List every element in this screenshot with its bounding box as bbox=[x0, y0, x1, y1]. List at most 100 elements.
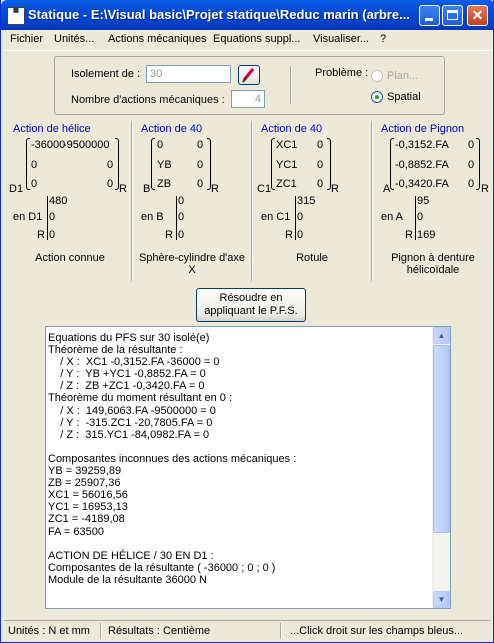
torseur-cell[interactable]: 0 bbox=[197, 156, 203, 175]
panel-divider bbox=[290, 66, 292, 104]
results-textarea[interactable]: Equations du PFS sur 30 isolé(e) Théorème… bbox=[45, 326, 451, 609]
menu-actions-mecaniques[interactable]: Actions mécaniques bbox=[108, 33, 206, 45]
position-z[interactable]: 0 bbox=[297, 226, 303, 245]
menu-fichier[interactable]: Fichier bbox=[10, 33, 43, 45]
results-line: / Y : -315.ZC1 -20,7805.FA = 0 bbox=[48, 416, 213, 429]
torseur-left-brace bbox=[390, 138, 394, 190]
torseur-cell[interactable]: YC1 bbox=[276, 156, 297, 175]
torseur-r-label: R bbox=[481, 183, 489, 195]
torseur-cell[interactable]: YB bbox=[157, 156, 172, 175]
close-button[interactable]: ✕ bbox=[467, 5, 488, 26]
action-title-2[interactable]: Action de 40 bbox=[141, 123, 202, 135]
title-bar[interactable]: ▦ Statique - E:\Visual basic\Projet stat… bbox=[1, 0, 494, 30]
torseur-cell[interactable]: ZB bbox=[157, 175, 171, 194]
probleme-label: Problème : bbox=[315, 67, 369, 79]
torseur-r-label: R bbox=[119, 183, 127, 195]
close-icon: ✕ bbox=[471, 7, 484, 23]
position-en-label: en D1 bbox=[13, 211, 43, 223]
results-line: / Y : YB +YC1 -0,8852.FA = 0 bbox=[48, 368, 206, 381]
results-line: Module de la résultante 36000 N bbox=[48, 573, 207, 586]
results-line: Equations du PFS sur 30 isolé(e) bbox=[48, 332, 210, 344]
position-y[interactable]: 0 bbox=[417, 208, 423, 227]
nombre-actions-label: Nombre d'actions mécaniques : bbox=[71, 94, 225, 106]
torseur-cell[interactable]: -9500000 bbox=[63, 136, 110, 155]
torseur-cell[interactable]: ZC1 bbox=[276, 175, 297, 194]
torseur-cell[interactable]: XC1 bbox=[276, 136, 297, 155]
column-divider bbox=[251, 121, 253, 281]
torseur-cell[interactable]: 0 bbox=[317, 136, 323, 155]
scroll-thumb[interactable] bbox=[433, 345, 450, 533]
pencil-icon bbox=[242, 68, 255, 83]
scroll-up-button[interactable]: ▲ bbox=[433, 327, 450, 344]
window-title: Statique - E:\Visual basic\Projet statiq… bbox=[28, 7, 410, 22]
menu-visualiser[interactable]: Visualiser... bbox=[313, 33, 369, 45]
torseur-point: A bbox=[383, 183, 391, 195]
liaison-caption: Pignon à denture hélicoïdale bbox=[391, 252, 475, 276]
position-en-label: en A bbox=[381, 211, 404, 223]
action-title-3[interactable]: Action de 40 bbox=[261, 123, 322, 135]
plan-radio-label[interactable]: Plan... bbox=[387, 70, 418, 82]
results-line bbox=[48, 538, 418, 550]
menu-unites[interactable]: Unités... bbox=[54, 33, 94, 45]
menu-help[interactable]: ? bbox=[380, 33, 386, 45]
position-z[interactable]: 0 bbox=[178, 226, 184, 245]
results-line: Composantes de la résultante ( -36000 ; … bbox=[48, 561, 276, 574]
liaison-caption: Rotule bbox=[296, 252, 328, 264]
results-line: ACTION DE HÉLICE / 30 EN D1 : bbox=[48, 549, 214, 562]
torseur-cell[interactable]: 0 bbox=[317, 175, 323, 194]
torseur-cell[interactable]: 0 bbox=[31, 175, 37, 194]
results-scrollbar[interactable]: ▲ ▼ bbox=[432, 327, 450, 608]
status-bar: Unités : N et mm Résultats : Centième ..… bbox=[4, 620, 490, 641]
position-y[interactable]: 0 bbox=[178, 208, 184, 227]
maximize-button[interactable] bbox=[442, 5, 463, 26]
torseur-point: D1 bbox=[9, 183, 24, 195]
torseur-cell[interactable]: 0 bbox=[468, 175, 474, 194]
position-en-label: en C1 bbox=[261, 211, 291, 223]
position-bar bbox=[47, 196, 48, 240]
radio-selected-dot bbox=[375, 95, 379, 99]
position-y[interactable]: 0 bbox=[297, 208, 303, 227]
position-z[interactable]: 169 bbox=[417, 226, 435, 245]
menu-equations-suppl[interactable]: Equations suppl... bbox=[213, 33, 300, 45]
nombre-actions-input[interactable]: 4 bbox=[231, 90, 265, 108]
position-bar bbox=[415, 196, 416, 240]
isolement-input[interactable]: 30 bbox=[146, 65, 231, 83]
results-text: Equations du PFS sur 30 isolé(e) Théorème… bbox=[48, 332, 418, 586]
scroll-down-button[interactable]: ▼ bbox=[433, 591, 450, 608]
action-title-1[interactable]: Action de hélice bbox=[13, 123, 91, 135]
action-title-4[interactable]: Action de Pignon bbox=[381, 123, 464, 135]
results-line: / Z : ZB +ZC1 -0,3420.FA = 0 bbox=[48, 380, 205, 393]
torseur-left-brace bbox=[26, 138, 30, 190]
liaison-caption: Sphère-cylindre d'axe X bbox=[138, 252, 246, 276]
column-divider bbox=[371, 121, 373, 281]
torseur-r-label: R bbox=[331, 183, 339, 195]
torseur-cell[interactable]: 0 bbox=[157, 136, 163, 155]
torseur-cell[interactable]: 0 bbox=[468, 136, 474, 155]
status-units: Unités : N et mm bbox=[8, 625, 90, 637]
results-line: XC1 = 56016,56 bbox=[48, 489, 128, 502]
edit-isolement-button[interactable] bbox=[238, 65, 260, 85]
results-line: / X : 149,6063.FA -9500000 = 0 bbox=[48, 404, 216, 417]
position-z[interactable]: 0 bbox=[49, 226, 55, 245]
position-y[interactable]: 0 bbox=[49, 208, 55, 227]
torseur-cell[interactable]: 0 bbox=[317, 156, 323, 175]
torseur-cell[interactable]: 0 bbox=[197, 175, 203, 194]
torseur-r-label: R bbox=[211, 183, 219, 195]
spatial-radio-label[interactable]: Spatial bbox=[387, 91, 421, 103]
plan-radio[interactable] bbox=[371, 70, 383, 82]
torseur-cell[interactable]: 0 bbox=[107, 156, 113, 175]
minimize-button[interactable] bbox=[419, 5, 440, 26]
torseur-cell[interactable]: -0,3152.FA bbox=[395, 136, 449, 155]
spatial-radio[interactable] bbox=[371, 91, 383, 103]
torseur-cell[interactable]: 0 bbox=[468, 156, 474, 175]
position-r-label: R bbox=[285, 229, 293, 241]
torseur-cell[interactable]: 0 bbox=[107, 175, 113, 194]
torseur-cell[interactable]: -36000 bbox=[31, 136, 65, 155]
solve-pfs-button[interactable]: Résoudre en appliquant le P.F.S. bbox=[196, 288, 306, 322]
torseur-cell[interactable]: 0 bbox=[31, 156, 37, 175]
position-r-label: R bbox=[405, 229, 413, 241]
torseur-cell[interactable]: -0,8852.FA bbox=[395, 156, 449, 175]
app-icon[interactable]: ▦ bbox=[7, 7, 25, 25]
torseur-cell[interactable]: 0 bbox=[197, 136, 203, 155]
liaison-caption: Action connue bbox=[35, 252, 105, 264]
